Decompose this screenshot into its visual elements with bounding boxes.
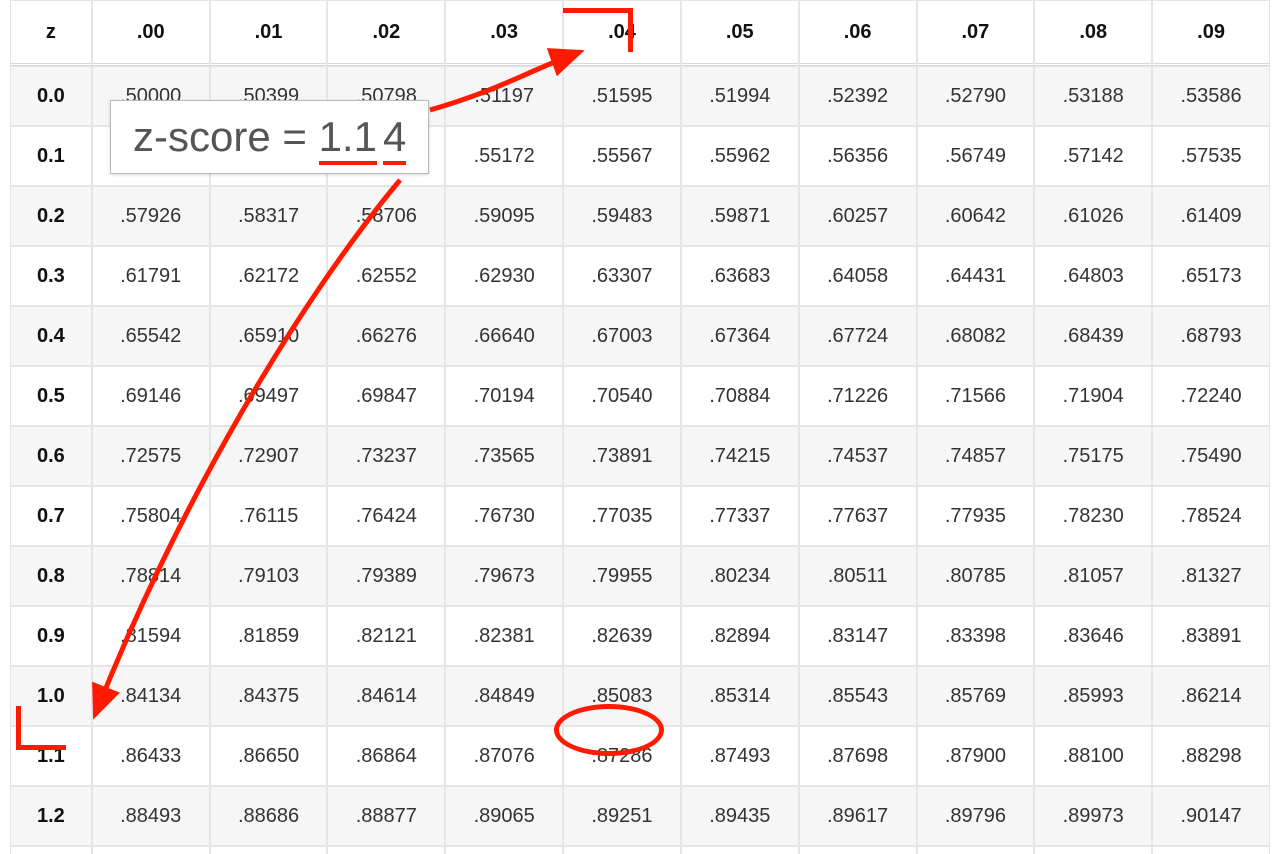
arrow-to-column — [430, 52, 580, 110]
arrow-to-row — [95, 180, 400, 715]
annotation-arrows — [0, 0, 1280, 854]
